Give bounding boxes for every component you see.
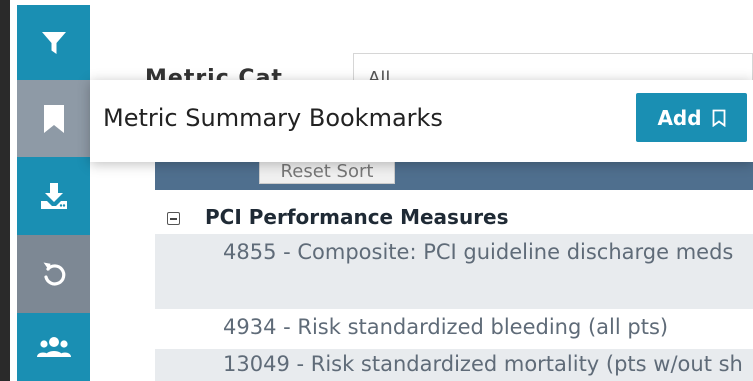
download-button[interactable] bbox=[17, 157, 90, 235]
group-title: PCI Performance Measures bbox=[205, 205, 509, 229]
left-edge-bar bbox=[0, 0, 10, 381]
groups-button[interactable] bbox=[17, 313, 90, 381]
metric-table: Reset Sort PCI Performance Measures 4855… bbox=[155, 150, 753, 381]
users-icon bbox=[36, 337, 71, 357]
table-row[interactable]: 4934 - Risk standardized bleeding (all p… bbox=[155, 309, 753, 349]
reset-button[interactable] bbox=[17, 235, 90, 313]
bookmarks-button[interactable] bbox=[17, 80, 90, 157]
filter-button[interactable] bbox=[17, 5, 90, 80]
reset-sort-button[interactable]: Reset Sort bbox=[259, 160, 395, 184]
table-row[interactable]: 4855 - Composite: PCI guideline discharg… bbox=[155, 234, 753, 309]
bookmark-icon bbox=[43, 104, 64, 133]
metric-label: 13049 - Risk standardized mortality (pts… bbox=[223, 352, 743, 376]
add-button-label: Add bbox=[657, 105, 702, 130]
reset-icon bbox=[43, 262, 65, 286]
collapse-icon[interactable] bbox=[167, 212, 180, 225]
sidebar-rail bbox=[17, 5, 90, 381]
table-row[interactable]: 13049 - Risk standardized mortality (pts… bbox=[155, 349, 753, 381]
filter-icon bbox=[41, 31, 66, 54]
popup-title: Metric Summary Bookmarks bbox=[103, 104, 443, 132]
bookmark-outline-icon bbox=[712, 109, 725, 127]
metric-label: 4934 - Risk standardized bleeding (all p… bbox=[223, 315, 669, 339]
bookmarks-popup: Metric Summary Bookmarks Add bbox=[90, 80, 753, 162]
download-icon bbox=[40, 183, 67, 209]
group-row[interactable]: PCI Performance Measures bbox=[155, 202, 753, 234]
metric-label: 4855 - Composite: PCI guideline discharg… bbox=[223, 240, 734, 264]
add-bookmark-button[interactable]: Add bbox=[636, 93, 747, 142]
